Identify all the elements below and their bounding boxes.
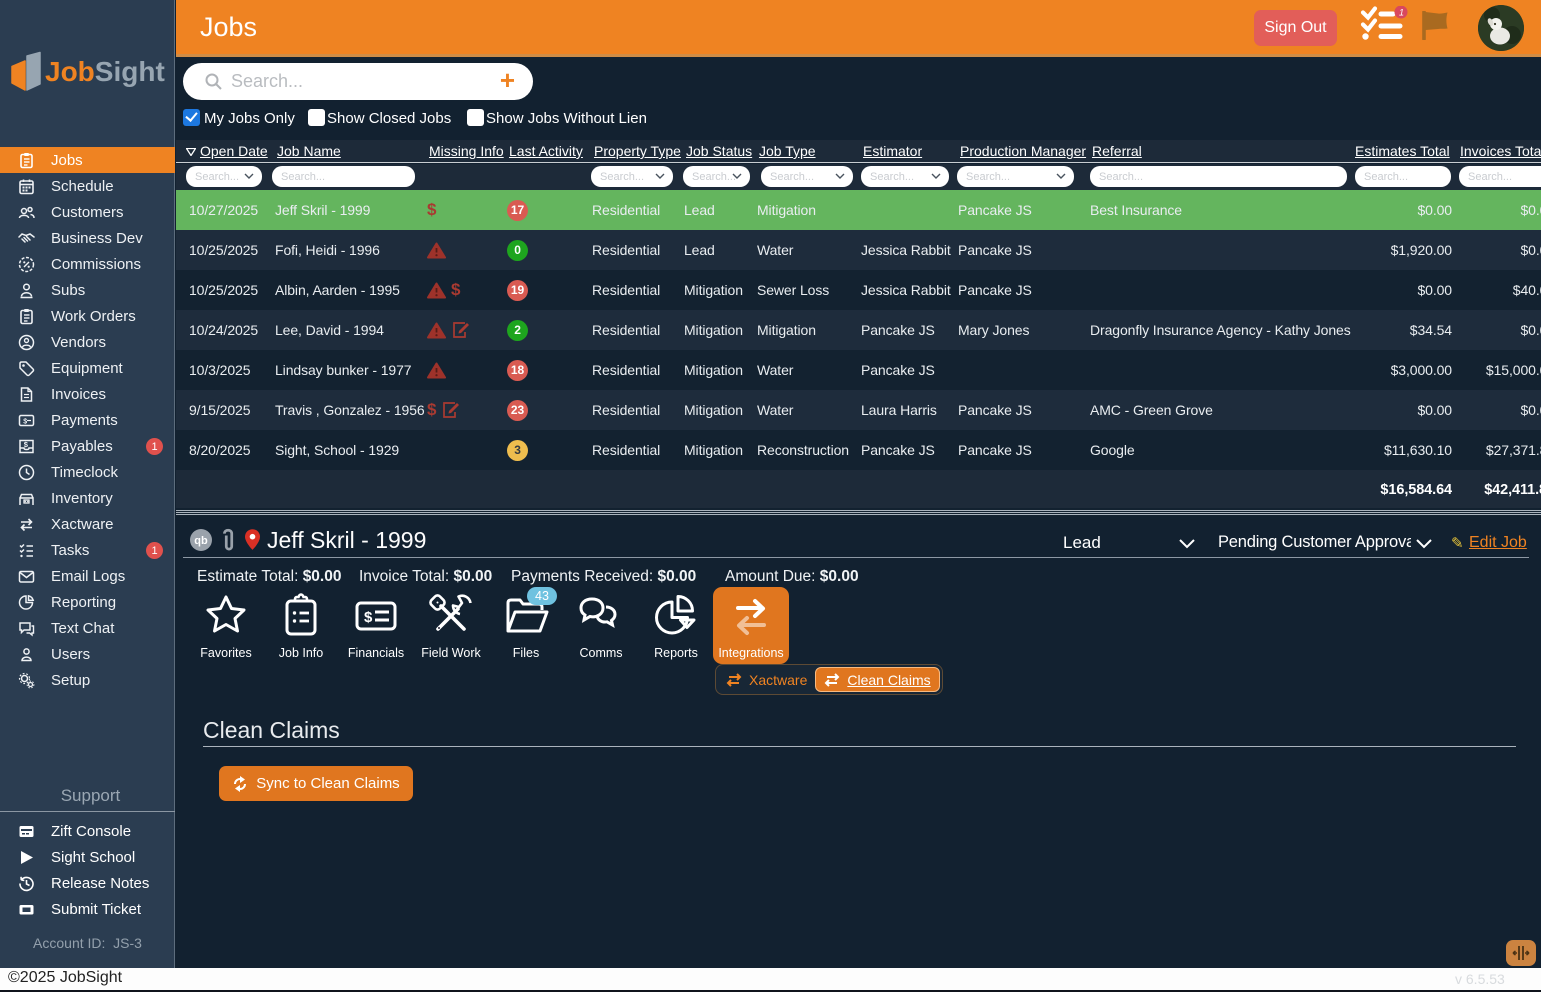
svg-text:$: $ [23,418,27,425]
svg-text:1: 1 [1399,8,1404,18]
svg-text:$: $ [364,609,373,626]
svg-text:qb: qb [194,535,208,547]
